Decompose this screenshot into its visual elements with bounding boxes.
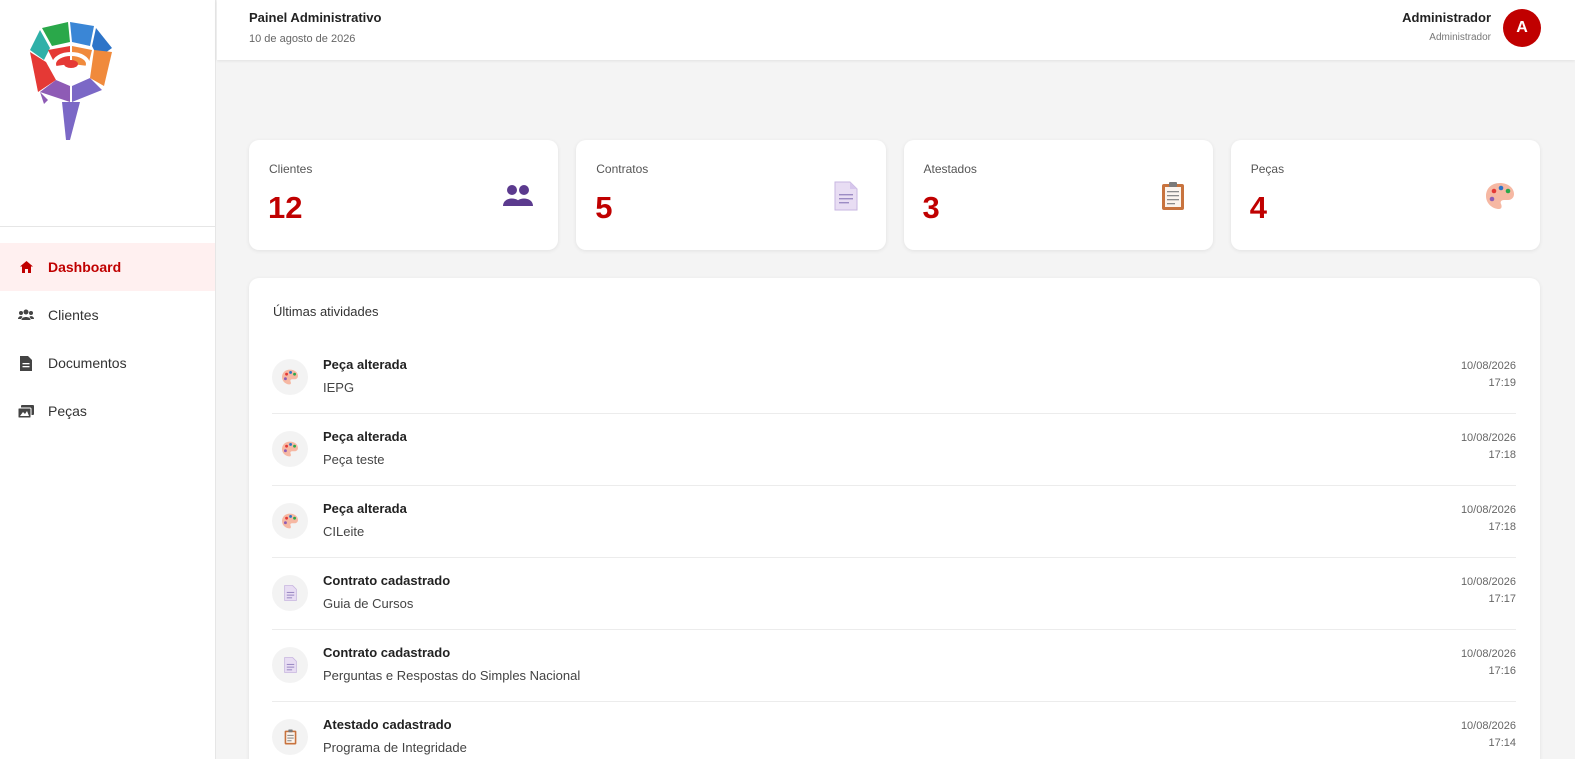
section-title: Últimas atividades — [273, 304, 379, 319]
activity-subject: IEPG — [323, 380, 355, 395]
stat-card-atestados[interactable]: Atestados 3 — [903, 140, 1213, 250]
list-item[interactable]: Contrato cadastrado Guia de Cursos 10/08… — [272, 558, 1516, 630]
user-info[interactable]: Administrador Administrador — [1402, 10, 1491, 43]
sidebar-item-pecas[interactable]: Peças — [0, 387, 215, 435]
palette-icon — [272, 359, 308, 395]
activity-time: 17:17 — [1488, 593, 1516, 605]
sidebar: Dashboard Clientes Documentos Peças — [0, 0, 216, 759]
brand-logo[interactable] — [28, 20, 114, 144]
activity-subject: CILeite — [323, 524, 365, 539]
activity-time: 17:19 — [1488, 377, 1516, 389]
activity-time: 17:18 — [1488, 521, 1516, 533]
document-icon — [272, 575, 308, 611]
current-date: 10 de agosto de 2026 — [249, 33, 356, 45]
sidebar-item-label: Peças — [48, 403, 87, 419]
avatar[interactable]: A — [1503, 9, 1541, 47]
stat-value: 5 — [595, 190, 613, 225]
activity-date: 10/08/2026 — [1460, 648, 1516, 660]
sidebar-item-label: Dashboard — [48, 259, 122, 275]
stat-card-pecas[interactable]: Peças 4 — [1230, 140, 1540, 250]
user-role: Administrador — [1429, 32, 1491, 43]
activity-time: 17:14 — [1488, 737, 1516, 749]
activity-time: 17:18 — [1488, 449, 1516, 461]
clipboard-icon — [1157, 180, 1189, 212]
list-item[interactable]: Atestado cadastrado Programa de Integrid… — [272, 702, 1516, 759]
stat-label: Peças — [1250, 162, 1285, 176]
activity-title: Peça alterada — [323, 429, 407, 444]
palette-icon — [272, 431, 308, 467]
activity-subject: Programa de Integridade — [323, 740, 467, 755]
stat-card-clientes[interactable]: Clientes 12 — [249, 140, 559, 250]
activity-date: 10/08/2026 — [1460, 432, 1516, 444]
activity-list: Peça alterada IEPG 10/08/2026 17:19 Peça… — [272, 342, 1516, 759]
stat-label: Atestados — [923, 162, 977, 176]
activity-subject: Perguntas e Respostas do Simples Naciona… — [323, 668, 581, 683]
stat-value: 3 — [922, 190, 940, 225]
stats-cards: Clientes 12 Contratos 5 Atestados 3 Peça… — [249, 140, 1540, 250]
logo-area — [0, 0, 215, 227]
sidebar-item-clientes[interactable]: Clientes — [0, 291, 215, 339]
list-item[interactable]: Peça alterada IEPG 10/08/2026 17:19 — [272, 342, 1516, 414]
activity-title: Peça alterada — [323, 357, 407, 372]
activity-date: 10/08/2026 — [1460, 576, 1516, 588]
people-icon — [502, 180, 534, 212]
document-icon — [272, 647, 308, 683]
user-name: Administrador — [1402, 10, 1491, 25]
list-item[interactable]: Contrato cadastrado Perguntas e Resposta… — [272, 630, 1516, 702]
palette-icon — [272, 503, 308, 539]
activity-title: Contrato cadastrado — [323, 645, 451, 660]
page-title: Painel Administrativo — [249, 10, 382, 25]
document-icon — [830, 180, 862, 212]
activity-time: 17:16 — [1488, 665, 1516, 677]
sidebar-item-documentos[interactable]: Documentos — [0, 339, 215, 387]
sidebar-nav: Dashboard Clientes Documentos Peças — [0, 227, 215, 435]
stat-label: Contratos — [596, 162, 649, 176]
sidebar-item-label: Clientes — [48, 307, 99, 323]
list-item[interactable]: Peça alterada CILeite 10/08/2026 17:18 — [272, 486, 1516, 558]
activity-date: 10/08/2026 — [1460, 360, 1516, 372]
list-item[interactable]: Peça alterada Peça teste 10/08/2026 17:1… — [272, 414, 1516, 486]
activity-subject: Peça teste — [323, 452, 385, 467]
recent-activities-panel: Últimas atividades Peça alterada IEPG 10… — [249, 278, 1540, 759]
users-icon — [18, 307, 34, 323]
clipboard-icon — [272, 719, 308, 755]
activity-title: Contrato cadastrado — [323, 573, 451, 588]
images-icon — [18, 403, 34, 419]
stat-card-contratos[interactable]: Contratos 5 — [576, 140, 886, 250]
palette-icon — [1484, 180, 1516, 212]
activity-title: Atestado cadastrado — [323, 717, 452, 732]
home-icon — [18, 259, 34, 275]
stat-value: 4 — [1249, 190, 1267, 225]
sidebar-item-dashboard[interactable]: Dashboard — [0, 243, 215, 291]
activity-title: Peça alterada — [323, 501, 407, 516]
stat-value: 12 — [268, 190, 303, 225]
topbar: Painel Administrativo 10 de agosto de 20… — [217, 0, 1575, 60]
activity-subject: Guia de Cursos — [323, 596, 414, 611]
activity-date: 10/08/2026 — [1460, 720, 1516, 732]
stat-label: Clientes — [269, 162, 313, 176]
file-icon — [18, 355, 34, 371]
sidebar-item-label: Documentos — [48, 355, 127, 371]
activity-date: 10/08/2026 — [1460, 504, 1516, 516]
